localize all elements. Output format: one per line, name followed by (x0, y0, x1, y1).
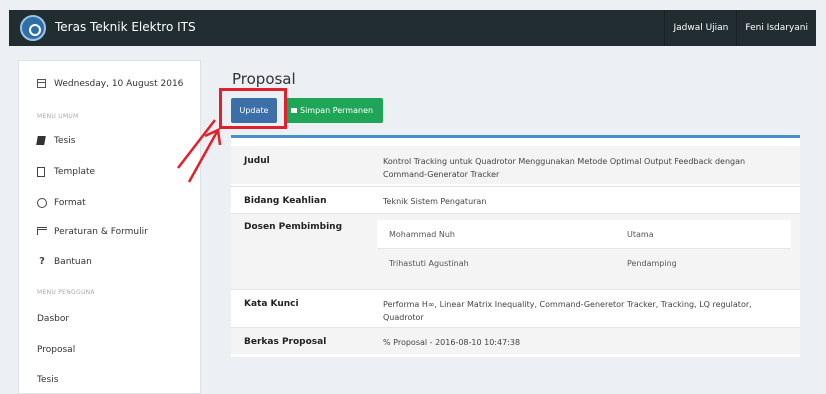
row-dosen: Dosen Pembimbing Mohammad Nuh Utama Trih… (231, 213, 800, 289)
sidebar-item-label: Tesis (54, 136, 76, 146)
row-bidang: Bidang Keahlian Teknik Sistem Pengaturan (231, 186, 800, 213)
sidebar-item-template[interactable]: Template (37, 167, 95, 177)
annotation-arrow-icon (177, 119, 222, 183)
proposal-detail-panel: Judul Kontrol Tracking untuk Quadrotor M… (231, 135, 800, 357)
kata-kunci-label: Kata Kunci (244, 299, 299, 309)
judul-value: Kontrol Tracking untuk Quadrotor Menggun… (383, 157, 746, 179)
lock-icon (291, 108, 297, 113)
sidebar-item-label: Format (54, 198, 86, 208)
berkas-link[interactable]: % Proposal - 2016-08-10 10:47:38 (383, 336, 783, 349)
row-kata-kunci: Kata Kunci Performa H∞, Linear Matrix In… (231, 289, 800, 327)
berkas-label: Berkas Proposal (244, 337, 327, 347)
its-logo-icon[interactable] (20, 15, 46, 41)
sidebar-item-dasbor[interactable]: Dasbor (37, 314, 69, 324)
sidebar-item-label: Peraturan & Formulir (54, 227, 148, 237)
table-row: Trihastuti Agustinah Pendamping (377, 248, 791, 276)
file-icon (37, 167, 47, 177)
sidebar-item-label: Bantuan (54, 257, 92, 267)
sidebar-item-peraturan[interactable]: Peraturan & Formulir (37, 227, 148, 237)
nav-jadwal-ujian[interactable]: Jadwal Ujian (664, 10, 736, 46)
nav-user-menu[interactable]: Feni Isdaryani (736, 10, 816, 46)
menu-umum-label: MENU UMUM (37, 113, 79, 120)
kata-kunci-value: Performa H∞, Linear Matrix Inequality, C… (383, 300, 752, 322)
top-navbar: Teras Teknik Elektro ITS Jadwal Ujian Fe… (9, 10, 816, 46)
date-text: Wednesday, 10 August 2016 (54, 79, 184, 89)
dosen-name: Trihastuti Agustinah (389, 259, 469, 268)
navbar-right: Jadwal Ujian Feni Isdaryani (664, 10, 816, 46)
sidebar-item-format[interactable]: Format (37, 198, 86, 208)
brand-title[interactable]: Teras Teknik Elektro ITS (55, 20, 196, 34)
judul-label: Judul (244, 156, 270, 166)
sidebar-item-label: Template (54, 167, 96, 177)
save-permanent-button[interactable]: Simpan Permanen (284, 98, 383, 123)
calendar-icon (37, 79, 47, 89)
berkas-link-text: Proposal - 2016-08-10 10:47:38 (393, 338, 521, 347)
dosen-label: Dosen Pembimbing (244, 222, 343, 232)
book-icon (36, 136, 47, 146)
sidebar: Wednesday, 10 August 2016 MENU UMUM Tesi… (18, 60, 201, 394)
bidang-label: Bidang Keahlian (244, 196, 327, 206)
menu-pengguna-label: MENU PENGGUNA (37, 289, 95, 296)
table-row: Mohammad Nuh Utama (377, 220, 791, 248)
sidebar-item-tesis[interactable]: Tesis (36, 136, 76, 146)
sidebar-item-bantuan[interactable]: ? Bantuan (37, 256, 92, 268)
sidebar-item-tesis-pengguna[interactable]: Tesis (37, 375, 58, 385)
row-berkas: Berkas Proposal % Proposal - 2016-08-10 … (231, 327, 800, 354)
page-title: Proposal (232, 70, 296, 88)
flag-icon (37, 227, 47, 237)
clock-icon (37, 198, 47, 208)
current-date: Wednesday, 10 August 2016 (37, 79, 183, 89)
question-icon: ? (39, 256, 45, 267)
bidang-value: Teknik Sistem Pengaturan (383, 197, 487, 206)
dosen-role: Utama (627, 230, 654, 239)
paperclip-icon: % (383, 338, 391, 347)
dosen-name: Mohammad Nuh (389, 230, 456, 239)
sidebar-item-proposal[interactable]: Proposal (37, 345, 75, 355)
dosen-role: Pendamping (627, 259, 677, 268)
save-permanent-label: Simpan Permanen (300, 106, 374, 115)
row-judul: Judul Kontrol Tracking untuk Quadrotor M… (231, 146, 800, 184)
